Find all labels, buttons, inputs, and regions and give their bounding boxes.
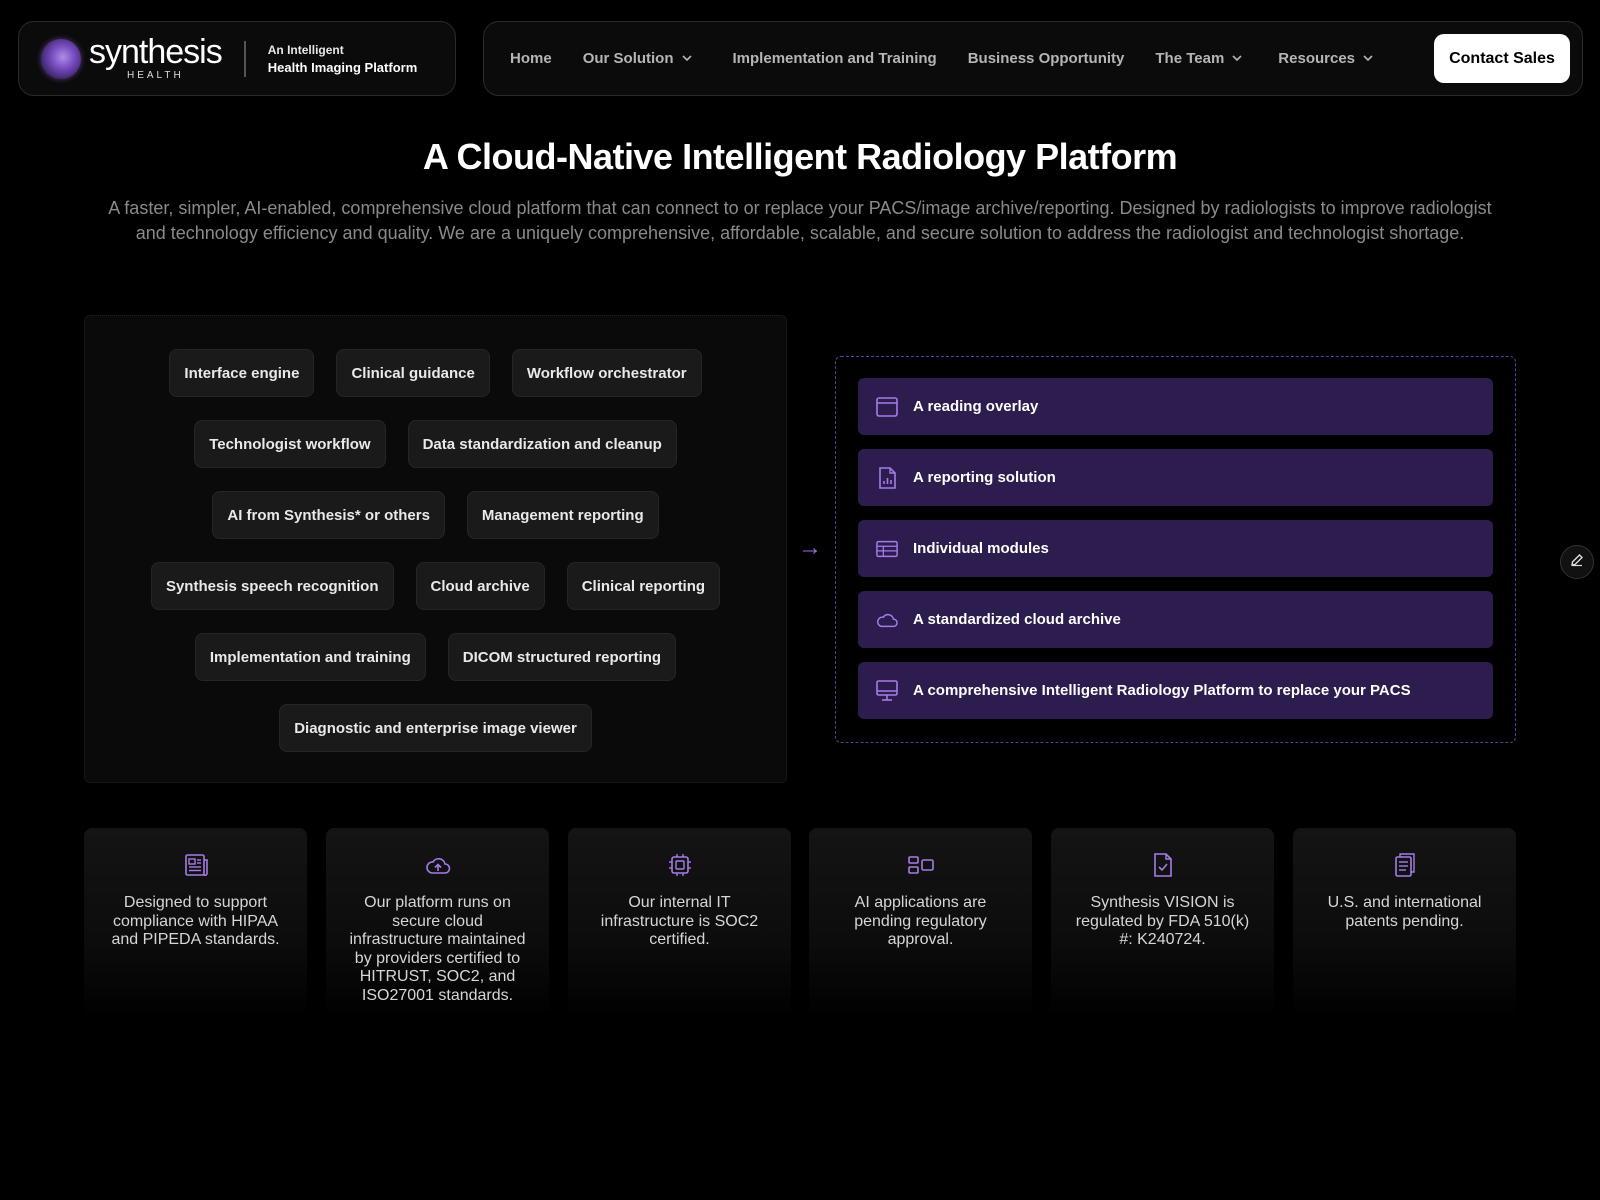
card-text: Our internal IT infrastructure is SOC2 c… bbox=[600, 894, 759, 949]
component-row: Implementation and training DICOM struct… bbox=[85, 633, 786, 681]
option-label: A standardized cloud archive bbox=[913, 611, 1121, 628]
nav-label: The Team bbox=[1155, 50, 1225, 67]
hero-description: A faster, simpler, AI-enabled, comprehen… bbox=[108, 198, 1492, 243]
component-row: AI from Synthesis* or others Management … bbox=[85, 491, 786, 539]
component-pill: Synthesis speech recognition bbox=[150, 562, 394, 610]
table-icon bbox=[876, 538, 898, 560]
nav-label: Resources bbox=[1278, 50, 1356, 67]
card-text: U.S. and international patents pending. bbox=[1327, 894, 1482, 930]
compliance-card: AI applications are pending regulatory a… bbox=[809, 828, 1032, 1018]
window-icon bbox=[876, 396, 898, 418]
right-arrow-icon: → bbox=[798, 534, 822, 561]
card-text: Synthesis VISION is regulated by FDA 510… bbox=[1075, 894, 1250, 949]
nav-label: Implementation and Training bbox=[732, 50, 937, 67]
clipboard-icon bbox=[1293, 852, 1516, 878]
monitor-icon bbox=[876, 679, 898, 702]
nav-item-home[interactable]: Home bbox=[510, 50, 552, 67]
component-pill: Technologist workflow bbox=[194, 420, 386, 468]
component-row: Interface engine Clinical guidance Workf… bbox=[85, 349, 786, 397]
component-row: Synthesis speech recognition Cloud archi… bbox=[85, 562, 786, 610]
component-pill: Implementation and training bbox=[194, 633, 426, 681]
main-nav: Home Our Solution Implementation and Tra… bbox=[483, 21, 1583, 96]
option-label: A reporting solution bbox=[913, 469, 1056, 486]
component-pill: Cloud archive bbox=[415, 562, 545, 610]
nav-label: Home bbox=[510, 50, 552, 67]
nav-item-the-team[interactable]: The Team bbox=[1155, 50, 1242, 67]
compliance-card: Our internal IT infrastructure is SOC2 c… bbox=[568, 828, 791, 1018]
component-pill: Clinical guidance bbox=[336, 349, 490, 397]
component-pill: Clinical reporting bbox=[566, 562, 721, 610]
chevron-down-icon bbox=[1232, 53, 1242, 64]
component-pill: Workflow orchestrator bbox=[511, 349, 702, 397]
nav-item-implementation[interactable]: Implementation and Training bbox=[733, 50, 937, 67]
compliance-card: Synthesis VISION is regulated by FDA 510… bbox=[1051, 828, 1274, 1018]
logo-orb-icon bbox=[41, 38, 81, 79]
component-pill: Management reporting bbox=[466, 491, 659, 539]
apps-layout-icon bbox=[809, 852, 1032, 878]
cpu-chip-icon bbox=[568, 852, 791, 878]
logo: synthesis HEALTH bbox=[89, 33, 223, 81]
component-pill: Data standardization and cleanup bbox=[407, 420, 677, 468]
option-label: A reading overlay bbox=[913, 398, 1039, 415]
component-pill: AI from Synthesis* or others bbox=[212, 491, 445, 539]
edit-button[interactable] bbox=[1560, 545, 1594, 579]
component-pill: DICOM structured reporting bbox=[447, 633, 677, 681]
card-text: Our platform runs on secure cloud infras… bbox=[349, 894, 526, 1004]
document-check-icon bbox=[1051, 852, 1274, 878]
pencil-icon bbox=[1570, 553, 1584, 572]
option-label: A comprehensive Intelligent Radiology Pl… bbox=[913, 682, 1411, 699]
option-label: Individual modules bbox=[913, 540, 1049, 557]
card-text: Designed to support compliance with HIPA… bbox=[111, 894, 280, 949]
newspaper-icon bbox=[84, 852, 307, 878]
component-pill: Interface engine bbox=[169, 349, 315, 397]
compliance-card: U.S. and international patents pending. bbox=[1293, 828, 1516, 1018]
tagline: An Intelligent Health Imaging Platform bbox=[268, 43, 418, 75]
component-row: Diagnostic and enterprise image viewer bbox=[85, 704, 786, 752]
option-cloud-archive[interactable]: A standardized cloud archive bbox=[858, 591, 1493, 648]
nav-item-business-opportunity[interactable]: Business Opportunity bbox=[968, 50, 1125, 67]
brand-header[interactable]: synthesis HEALTH An Intelligent Health I… bbox=[18, 21, 456, 96]
nav-label: Our Solution bbox=[582, 50, 674, 67]
page-title: A Cloud-Native Intelligent Radiology Pla… bbox=[422, 136, 1178, 177]
component-row: Technologist workflow Data standardizati… bbox=[85, 420, 786, 468]
components-panel: Interface engine Clinical guidance Workf… bbox=[84, 315, 787, 783]
chevron-down-icon bbox=[1363, 53, 1373, 64]
option-individual-modules[interactable]: Individual modules bbox=[858, 520, 1493, 577]
contact-sales-button[interactable]: Contact Sales bbox=[1434, 34, 1570, 83]
component-pill: Diagnostic and enterprise image viewer bbox=[279, 704, 592, 752]
report-chart-icon bbox=[876, 466, 898, 489]
compliance-card: Our platform runs on secure cloud infras… bbox=[326, 828, 549, 1018]
option-reading-overlay[interactable]: A reading overlay bbox=[858, 378, 1493, 435]
chevron-down-icon bbox=[681, 53, 692, 64]
nav-item-resources[interactable]: Resources bbox=[1278, 50, 1373, 67]
cloud-icon bbox=[876, 609, 898, 631]
cloud-upload-icon bbox=[326, 852, 549, 878]
logo-word: synthesis bbox=[89, 33, 223, 71]
tagline-line2: Health Imaging Platform bbox=[267, 59, 418, 75]
option-reporting-solution[interactable]: A reporting solution bbox=[858, 449, 1493, 506]
nav-item-our-solution[interactable]: Our Solution bbox=[583, 50, 692, 67]
compliance-card: Designed to support compliance with HIPA… bbox=[84, 828, 307, 1018]
card-text: AI applications are pending regulatory a… bbox=[854, 894, 987, 949]
options-panel: A reading overlay A reporting solution I… bbox=[835, 356, 1516, 743]
brand-divider bbox=[243, 40, 246, 77]
nav-label: Business Opportunity bbox=[967, 50, 1125, 67]
option-comprehensive-platform[interactable]: A comprehensive Intelligent Radiology Pl… bbox=[858, 662, 1493, 719]
tagline-line1: An Intelligent bbox=[267, 42, 344, 57]
logo-subtitle: HEALTH bbox=[127, 70, 184, 81]
